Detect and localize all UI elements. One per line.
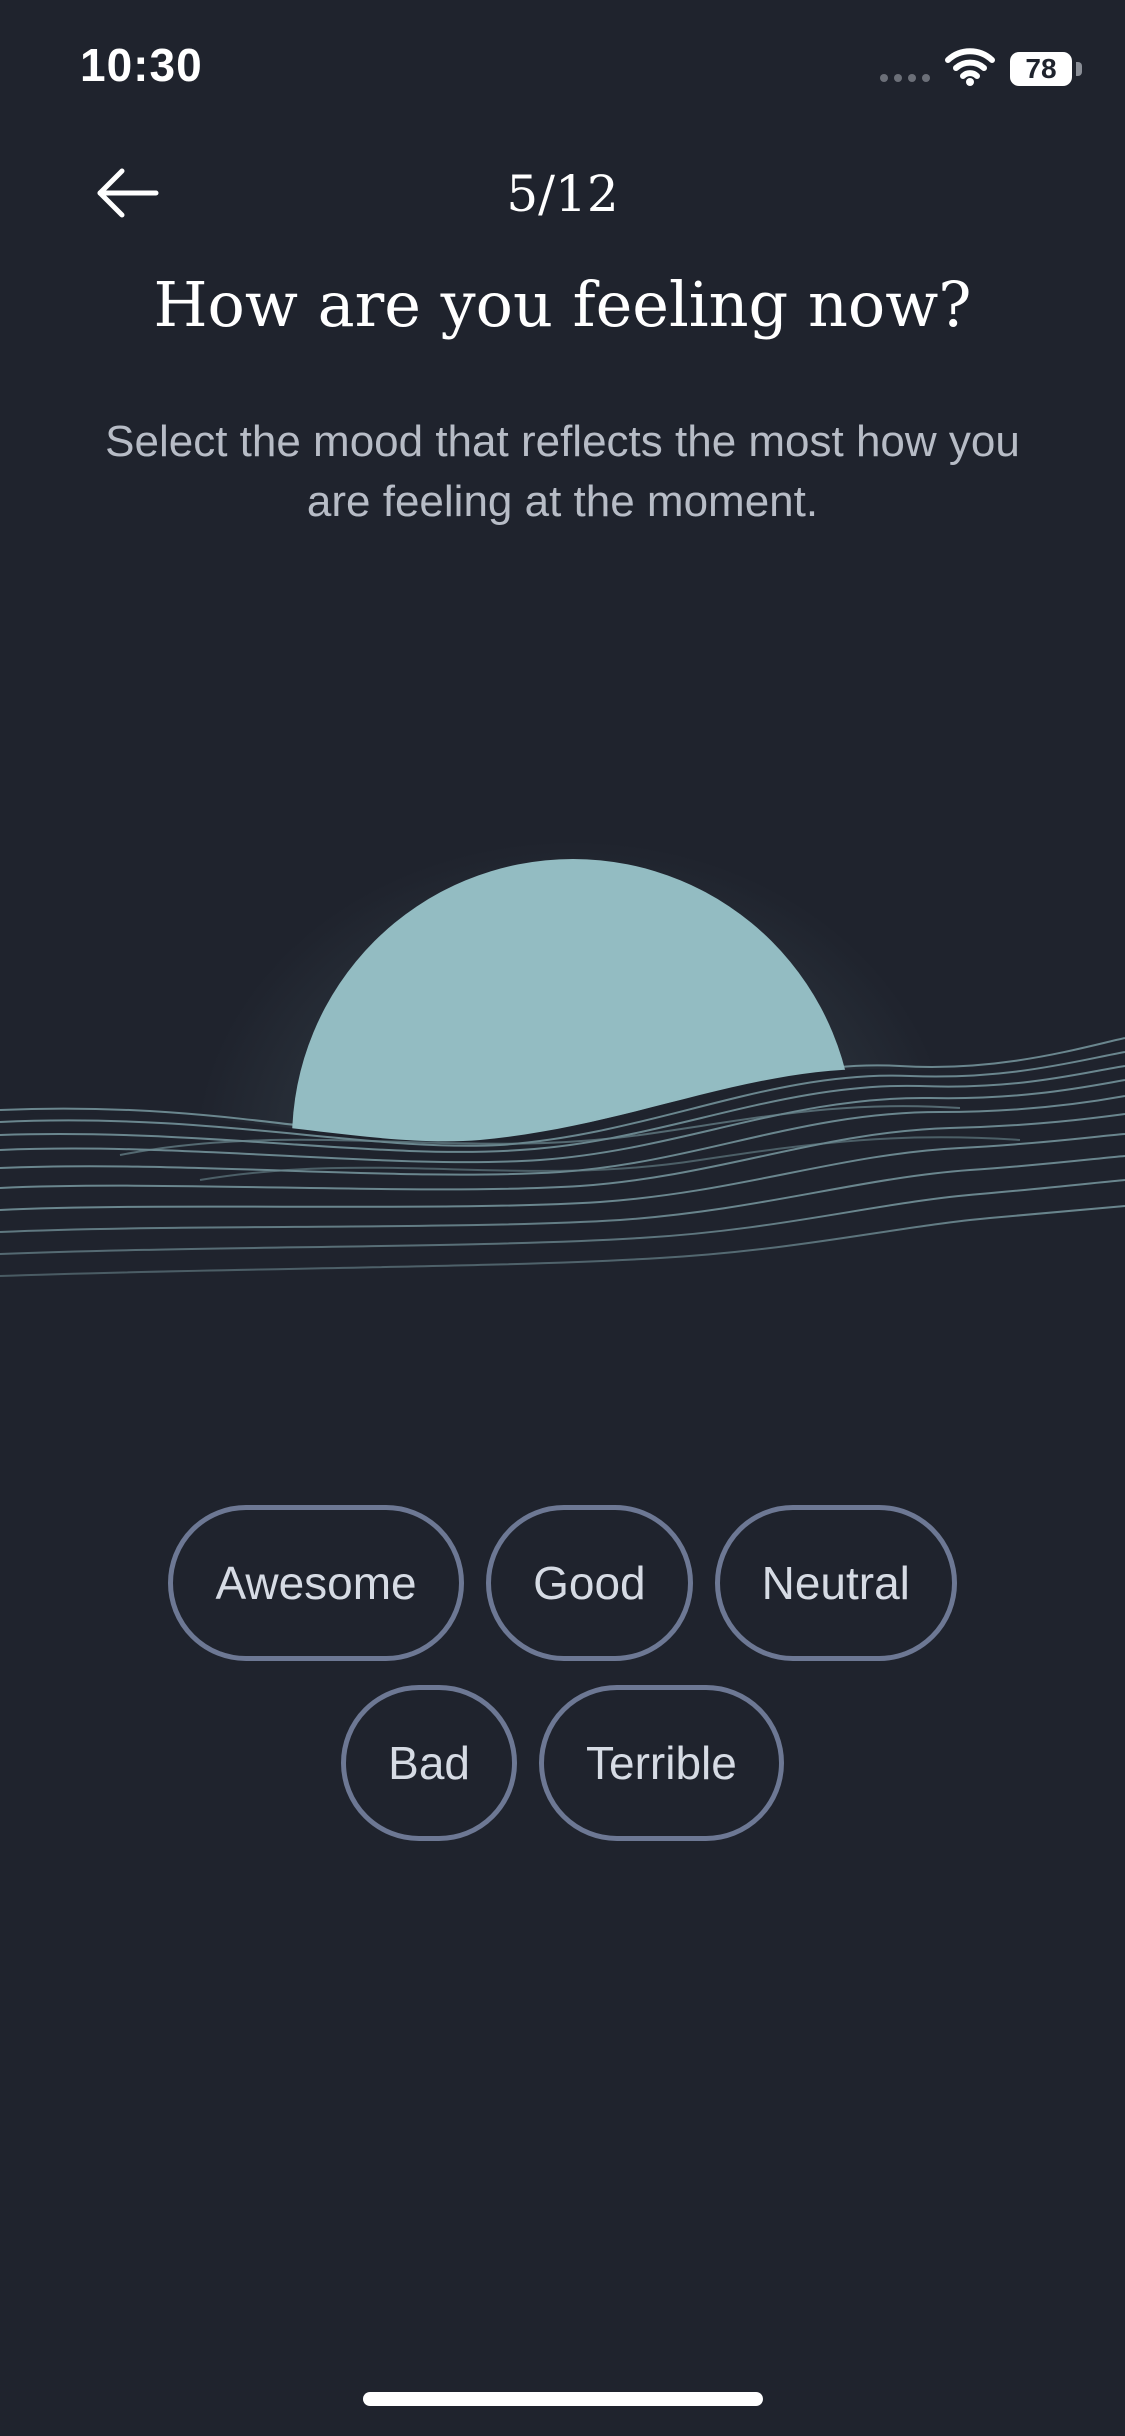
mood-row-1: Awesome Good Neutral	[0, 1505, 1125, 1661]
mood-good-button[interactable]: Good	[486, 1505, 693, 1661]
status-bar: 10:30 78	[0, 0, 1125, 140]
status-time: 10:30	[80, 39, 203, 91]
home-indicator[interactable]	[363, 2392, 763, 2406]
battery-icon: 78	[1010, 52, 1072, 86]
wifi-icon	[945, 48, 995, 86]
battery-tip	[1076, 62, 1082, 76]
mood-bad-button[interactable]: Bad	[341, 1685, 518, 1841]
sun-over-waves-illustration	[0, 840, 1125, 1360]
mood-awesome-button[interactable]: Awesome	[168, 1505, 465, 1661]
mood-neutral-button[interactable]: Neutral	[714, 1505, 957, 1661]
page-title: How are you feeling now?	[153, 268, 972, 341]
page-subtitle: Select the mood that reflects the most h…	[105, 417, 1020, 526]
battery-level: 78	[1025, 53, 1057, 84]
cellular-signal-icon	[880, 74, 932, 84]
step-progress: 5/12	[506, 165, 619, 223]
mood-options: Awesome Good Neutral Bad Terrible	[0, 1505, 1125, 1865]
mood-terrible-button[interactable]: Terrible	[539, 1685, 784, 1841]
mood-row-2: Bad Terrible	[0, 1685, 1125, 1841]
